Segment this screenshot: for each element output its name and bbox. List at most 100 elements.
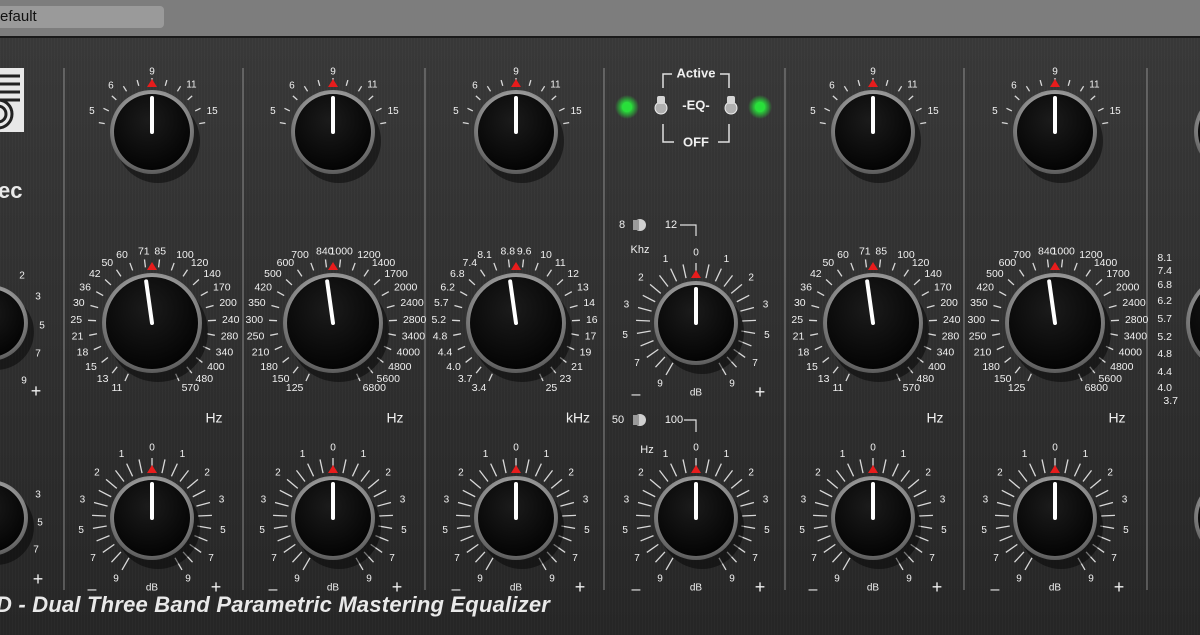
gain-scale-label: 7 bbox=[752, 553, 758, 564]
frequency-knob-group: 1113151821253036425060 71 85 10012014017020… bbox=[70, 245, 239, 425]
q-scale-label: 5 bbox=[453, 106, 459, 117]
gain-scale-label: 5 bbox=[401, 525, 407, 536]
scale-tick bbox=[138, 459, 143, 474]
gain-scale-label: 1 bbox=[663, 449, 669, 460]
scale-tick bbox=[1005, 543, 1018, 553]
frequency-scale-label: 5.2 bbox=[1157, 331, 1172, 343]
frequency-scale-label: 420 bbox=[976, 281, 994, 293]
scale-tick bbox=[469, 478, 482, 489]
frequency-scale-label: 13 bbox=[97, 373, 109, 385]
gain-scale-label: 5 bbox=[259, 525, 265, 536]
scale-tick bbox=[1014, 366, 1021, 374]
scale-tick bbox=[658, 275, 669, 287]
scale-tick bbox=[101, 356, 109, 363]
gain-scale-label: 3 bbox=[763, 495, 769, 506]
frequency-scale-label: 6800 bbox=[1085, 382, 1109, 394]
frequency-scale-label: 250 bbox=[247, 331, 265, 343]
scale-tick bbox=[857, 79, 861, 87]
scale-tick bbox=[122, 85, 128, 92]
scale-tick bbox=[319, 459, 324, 474]
scale-tick bbox=[891, 463, 899, 477]
knob-marker bbox=[147, 262, 157, 270]
scale-tick bbox=[93, 345, 102, 351]
scale-tick bbox=[387, 333, 396, 336]
scale-tick bbox=[386, 304, 395, 309]
frequency-scale-label: 85 bbox=[875, 245, 887, 257]
scale-tick bbox=[993, 304, 1002, 309]
scale-tick bbox=[642, 294, 656, 303]
frequency-scale-label: 500 bbox=[986, 268, 1004, 280]
gain-scale-label: 1 bbox=[361, 449, 367, 460]
led-indicator-left bbox=[622, 102, 632, 112]
frequency-scale-label: 23 bbox=[560, 373, 572, 385]
scale-tick bbox=[1097, 107, 1104, 112]
scale-tick bbox=[1108, 304, 1117, 309]
q-scale-label: 6 bbox=[472, 81, 478, 92]
scale-tick bbox=[736, 294, 750, 303]
q-scale-label: 15 bbox=[207, 106, 219, 117]
scale-tick bbox=[381, 291, 390, 297]
scale-tick bbox=[740, 306, 755, 312]
gain-scale-label: 2 bbox=[94, 468, 100, 479]
scale-tick bbox=[115, 269, 122, 277]
scale-tick bbox=[310, 262, 315, 271]
gain-scale-label: 3 bbox=[1122, 495, 1128, 506]
scale-tick bbox=[654, 551, 666, 563]
scale-tick bbox=[462, 121, 469, 125]
scale-tick bbox=[1095, 489, 1109, 498]
scale-tick bbox=[286, 478, 299, 489]
scale-tick bbox=[907, 478, 920, 489]
scale-tick bbox=[843, 85, 849, 92]
range-low-label: 50 bbox=[612, 414, 624, 426]
scale-tick bbox=[918, 514, 933, 517]
knob-marker bbox=[147, 465, 157, 473]
frequency-scale-label: 140 bbox=[203, 268, 221, 280]
frequency-scale-label: 4.4 bbox=[1157, 366, 1172, 378]
scale-tick bbox=[850, 262, 855, 271]
knob-marker bbox=[1050, 79, 1060, 87]
knob-marker bbox=[868, 262, 878, 270]
scale-tick bbox=[478, 470, 489, 482]
frequency-scale-label: 25 bbox=[70, 314, 82, 326]
scale-tick bbox=[913, 279, 921, 286]
low-shelf-group: 50 100 Hz bbox=[612, 414, 697, 456]
eq-active-label: Active bbox=[676, 65, 715, 80]
frequency-scale-label: 7.4 bbox=[463, 257, 478, 269]
scale-tick bbox=[271, 304, 280, 309]
q-knob-group: 5 6 9 11 15 bbox=[89, 67, 218, 183]
frequency-scale-label: 4000 bbox=[397, 347, 421, 359]
knob-marker bbox=[511, 465, 521, 473]
scale-tick bbox=[546, 269, 553, 277]
scale-tick bbox=[819, 489, 833, 498]
eq-active-switch[interactable]: Active -EQ- OFF bbox=[615, 65, 772, 149]
frequency-scale-label: 1700 bbox=[384, 268, 408, 280]
gain-plus-sign: + bbox=[31, 381, 42, 401]
frequency-scale-label: 6.2 bbox=[1157, 295, 1172, 307]
scale-tick bbox=[279, 121, 286, 125]
scale-tick bbox=[992, 333, 1001, 336]
scale-tick bbox=[110, 551, 122, 563]
scale-tick bbox=[670, 463, 678, 477]
gain-scale-label: 0 bbox=[149, 443, 155, 454]
gain-scale-label: 0 bbox=[693, 248, 699, 259]
frequency-scale-label: 3.7 bbox=[458, 373, 473, 385]
scale-tick bbox=[636, 319, 651, 322]
q-scale-label: 15 bbox=[571, 106, 583, 117]
frequency-scale-label: 42 bbox=[89, 268, 101, 280]
gain-scale-label: 2 bbox=[638, 273, 644, 284]
scale-tick bbox=[186, 478, 199, 489]
section-dividers bbox=[63, 68, 1148, 590]
q-scale-label: 11 bbox=[907, 79, 918, 90]
frequency-scale-label: 150 bbox=[994, 373, 1012, 385]
scale-tick bbox=[98, 489, 112, 498]
frequency-scale-label: 500 bbox=[264, 268, 282, 280]
gain-scale-label: 9 bbox=[185, 573, 191, 584]
frequency-scale-label: 50 bbox=[101, 257, 113, 269]
gain-scale-label: 9 bbox=[549, 573, 555, 584]
frequency-scale-label: 15 bbox=[85, 361, 97, 373]
scale-tick bbox=[92, 514, 107, 517]
scale-tick bbox=[357, 85, 363, 92]
scale-tick bbox=[556, 489, 570, 498]
frequency-scale-label: 250 bbox=[969, 331, 987, 343]
gain-scale-label: 7 bbox=[752, 358, 758, 369]
